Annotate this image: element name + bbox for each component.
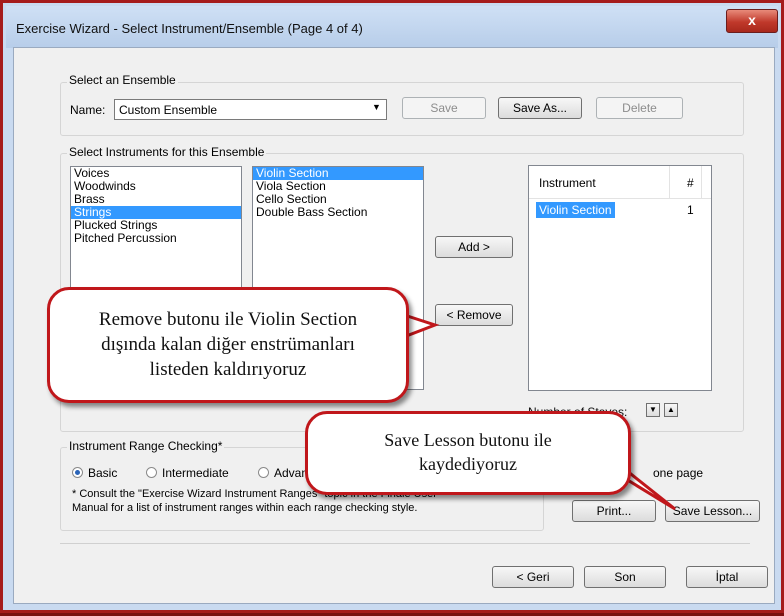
save-callout-line2: kaydediyoruz	[419, 454, 517, 474]
remove-callout-line1: Remove butonu ile Violin Section	[98, 309, 358, 330]
save-callout-line1: Save Lesson butonu ile	[384, 430, 552, 450]
remove-callout: Remove butonu ile Violin Section dışında…	[47, 287, 409, 403]
remove-callout-line2: dışında kalan diğer enstrümanları	[101, 334, 355, 355]
save-lesson-callout: Save Lesson butonu ile kaydediyoruz	[305, 411, 631, 495]
remove-callout-line3: listeden kaldırıyoruz	[149, 359, 307, 380]
dialog-window: Exercise Wizard - Select Instrument/Ense…	[0, 0, 784, 613]
